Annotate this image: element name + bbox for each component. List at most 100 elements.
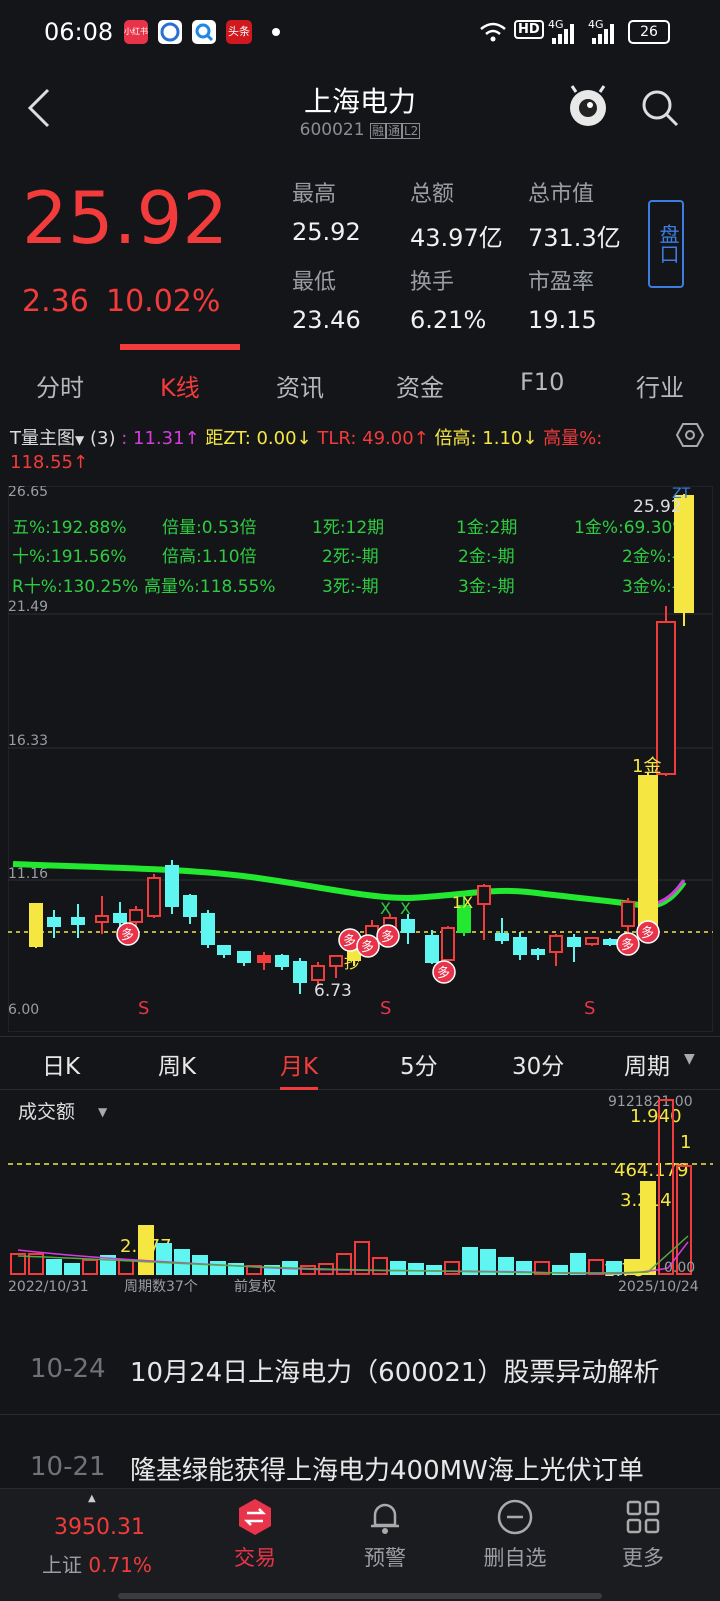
volume-bar [138, 1225, 154, 1275]
volume-bar [390, 1261, 406, 1275]
candle-body [29, 903, 43, 947]
period-week[interactable]: 周K [158, 1047, 196, 1081]
indicator-select[interactable]: T量主图 [10, 428, 75, 449]
buy-signal-label: 多 [437, 965, 450, 981]
zt-tag: ZT [672, 486, 691, 502]
y-label-2: 16.33 [8, 733, 48, 749]
high-label: 最高 [292, 182, 337, 207]
signal-icon [552, 24, 574, 44]
robot-assistant-icon[interactable] [566, 84, 610, 132]
candle-body [293, 961, 307, 983]
candle-body [477, 885, 491, 905]
period-month[interactable]: 月K [280, 1047, 319, 1090]
candle-body [311, 965, 325, 981]
stat-r3-2: 3死:-期 [322, 577, 379, 597]
candle-body [603, 939, 617, 945]
period-more[interactable]: 周期 [624, 1047, 670, 1081]
chevron-down-icon[interactable]: ▼ [684, 1051, 695, 1067]
tab-fenshi[interactable]: 分时 [36, 368, 84, 403]
ind-value-4: 倍高: 1.10↓ [434, 428, 538, 449]
candle-body [165, 865, 179, 907]
signal-icon-2 [592, 24, 614, 44]
news-item[interactable]: 10-24 10月24日上海电力（600021）股票异动解析 [0, 1316, 720, 1415]
turnover-label: 换手 [410, 270, 455, 295]
volume-bar [210, 1261, 226, 1275]
ind-value-2: 距ZT: 0.00↓ [205, 428, 312, 449]
s-mark-3: S [584, 998, 595, 1019]
period-5min[interactable]: 5分 [400, 1047, 438, 1081]
candle-body [621, 901, 635, 927]
chevron-down-icon[interactable]: ▼ [75, 433, 84, 447]
volume-bar [408, 1263, 424, 1275]
candle-body [113, 913, 127, 923]
chevron-down-icon[interactable]: ▼ [98, 1105, 108, 1119]
stat-r1-2: 1死:12期 [312, 518, 384, 538]
amount-label: 总额 [410, 182, 455, 207]
stat-r2-0: 十%:191.56% [12, 547, 127, 567]
nav-trade-label: 交易 [234, 1546, 276, 1570]
tag-tong: 通 [385, 123, 402, 139]
period-bar: 日K 周K 月K 5分 30分 周期 ▼ [0, 1036, 720, 1090]
period-day[interactable]: 日K [42, 1047, 80, 1081]
chao-mark: 抄 [344, 953, 360, 972]
s-mark-1: S [138, 998, 149, 1019]
volume-bar [64, 1263, 80, 1275]
bottom-bar: ▲ 3950.31 上证 0.71% 交易 预警 删自选 更多 [0, 1488, 720, 1601]
candle-body [201, 913, 215, 945]
toutiao-icon: 头条 [226, 20, 252, 44]
candle-body [495, 933, 509, 941]
index-name: 上证 [42, 1553, 82, 1577]
pankou-label: 盘口 [656, 224, 680, 264]
ind-value-1: : 11.31↑ [121, 428, 200, 449]
main-tabs: 分时 K线 资讯 资金 F10 行业 [0, 360, 720, 416]
nav-more[interactable]: 更多 [588, 1497, 698, 1572]
ind-value-6: 118.55↑ [10, 452, 89, 473]
amount-value: 43.97亿 [410, 224, 503, 252]
price-change-pct: 10.02% [106, 284, 221, 319]
period-30min[interactable]: 30分 [512, 1047, 564, 1081]
volume-bar [118, 1259, 134, 1275]
tab-industry[interactable]: 行业 [636, 368, 684, 403]
tab-kline[interactable]: K线 [160, 368, 200, 403]
s-mark-2: S [380, 998, 391, 1019]
nav-bar: 上海电力 600021 融通 L2 [0, 64, 720, 156]
stat-r1-3: 1金:2期 [456, 518, 517, 538]
chevron-up-icon[interactable]: ▲ [88, 1493, 96, 1504]
pankou-button[interactable]: 盘口 [648, 200, 684, 288]
candle-body [549, 935, 563, 953]
stat-r1-0: 五%:192.88% [12, 518, 127, 538]
one-x-tag: 1X [452, 893, 473, 912]
grid-icon [626, 1500, 660, 1534]
xiaohongshu-icon: 小红书 [124, 20, 148, 44]
period-count: 周期数37个 [124, 1279, 198, 1295]
active-tab-indicator [120, 344, 240, 350]
news-date: 10-21 [30, 1452, 106, 1482]
tab-f10[interactable]: F10 [520, 368, 564, 396]
volume-chart[interactable]: 成交额 ▼ 9121821.00 1.940 1 464.179 3.214 2… [8, 1090, 713, 1315]
price-change: 2.36 [22, 284, 89, 319]
nav-remove-watch[interactable]: 删自选 [460, 1497, 570, 1572]
low-value: 23.46 [292, 306, 361, 334]
index-pct: 0.71% [88, 1553, 152, 1577]
ma-line [12, 861, 687, 910]
quote-panel: 25.92 2.36 10.02% 最高 25.92 总额 43.97亿 总市值… [0, 156, 720, 356]
index-value[interactable]: 3950.31 [54, 1515, 145, 1540]
pe-label: 市盈率 [528, 270, 595, 295]
volume-title[interactable]: 成交额 [18, 1101, 75, 1123]
nav-alert[interactable]: 预警 [330, 1497, 440, 1572]
clock: 06:08 [44, 18, 114, 46]
stock-code-line: 600021 融通 L2 [0, 120, 720, 140]
candle-body [257, 955, 271, 963]
status-bar: 06:08 小红书 头条 HD 4G 4G 26 [0, 0, 720, 64]
candle-body [329, 955, 343, 967]
jin-tag: 1金 [632, 756, 661, 777]
kline-chart[interactable]: 26.65 21.49 16.33 11.16 6.00 五%:192.88% … [8, 486, 713, 1032]
tab-news[interactable]: 资讯 [276, 368, 324, 403]
nav-trade[interactable]: 交易 [200, 1497, 310, 1572]
search-icon[interactable] [640, 88, 680, 128]
stat-r2-3: 2金:-期 [458, 547, 515, 567]
settings-hex-icon[interactable] [676, 422, 704, 448]
tab-funds[interactable]: 资金 [396, 368, 444, 403]
news-date: 10-24 [30, 1354, 106, 1384]
candle-body [531, 949, 545, 955]
